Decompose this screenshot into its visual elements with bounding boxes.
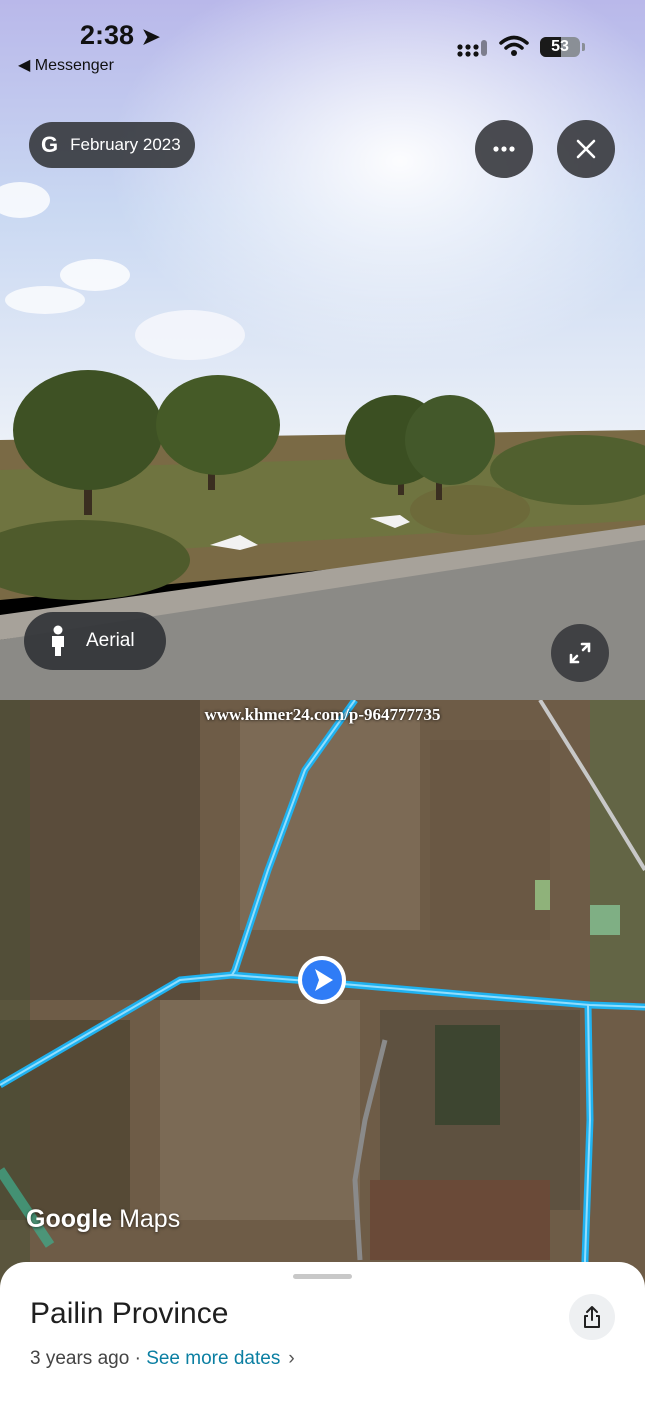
battery-cap xyxy=(582,43,585,51)
battery-percent: 53 xyxy=(551,38,569,55)
aerial-view-label: Aerial xyxy=(86,630,135,651)
close-button[interactable] xyxy=(557,120,615,178)
google-maps-logo-brand: Google xyxy=(26,1205,113,1233)
aerial-view-button[interactable]: Aerial xyxy=(24,612,166,670)
status-time: 2:38 ➤ xyxy=(80,20,160,50)
location-arrow-icon: ➤ xyxy=(141,24,160,49)
location-marker-icon[interactable] xyxy=(298,956,346,1004)
chevron-right-icon[interactable]: › xyxy=(288,1348,294,1369)
street-view-image[interactable] xyxy=(0,0,645,700)
cellular-signal-icon xyxy=(457,40,487,57)
close-icon xyxy=(576,139,596,159)
street-view-panel[interactable]: 2:38 ➤ ◀ Messenger 53 G February 2023 Ae… xyxy=(0,0,645,700)
google-maps-logo: Google Maps xyxy=(26,1205,180,1234)
imagery-age: 3 years ago xyxy=(30,1348,130,1369)
expand-icon xyxy=(569,642,591,664)
share-button[interactable] xyxy=(569,1294,615,1340)
see-more-dates-link[interactable]: See more dates xyxy=(146,1348,280,1369)
sheet-drag-handle[interactable] xyxy=(293,1274,352,1279)
meta-separator: · xyxy=(129,1348,147,1369)
place-title: Pailin Province xyxy=(30,1297,229,1330)
google-g-icon: G xyxy=(41,132,59,157)
pegman-icon xyxy=(52,625,64,656)
capture-date-label: February 2023 xyxy=(70,135,181,154)
wifi-icon xyxy=(499,35,529,56)
capture-date-selector[interactable]: G February 2023 xyxy=(29,122,195,168)
place-info-sheet[interactable]: Pailin Province 3 years ago · See more d… xyxy=(0,1262,645,1407)
ellipsis-icon xyxy=(493,146,515,152)
status-bar: 2:38 ➤ ◀ Messenger 53 xyxy=(0,0,645,80)
place-meta: 3 years ago · See more dates › xyxy=(30,1348,295,1370)
back-to-app-link[interactable]: ◀ Messenger xyxy=(18,55,114,75)
battery-indicator: 53 xyxy=(540,37,580,57)
watermark-text: www.khmer24.com/p-964777735 xyxy=(204,705,441,724)
more-options-button[interactable] xyxy=(475,120,533,178)
expand-button[interactable] xyxy=(551,624,609,682)
google-maps-logo-suffix: Maps xyxy=(119,1205,181,1233)
share-icon xyxy=(584,1306,600,1328)
back-app-label: Messenger xyxy=(34,57,114,74)
